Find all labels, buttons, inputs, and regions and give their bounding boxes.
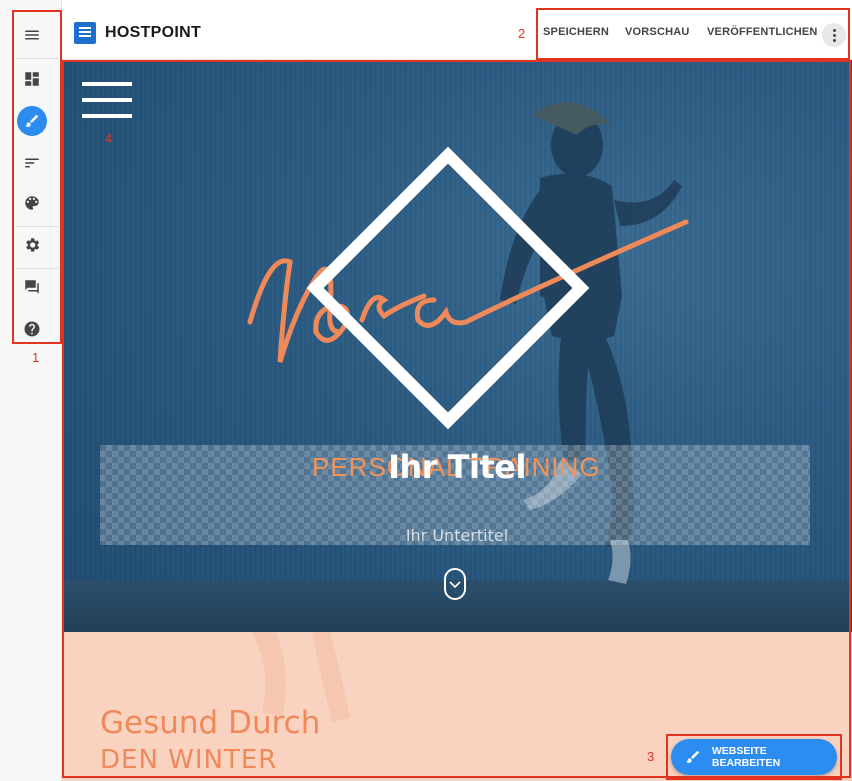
preview-button[interactable]: VORSCHAU [625,26,690,38]
brush-icon [17,106,47,136]
sidebar-divider [16,58,58,59]
annotation-number-2: 2 [518,26,526,41]
chat-icon[interactable] [14,272,50,302]
sidebar-item-design[interactable] [14,106,50,136]
hero-title[interactable]: Ihr Titel [62,448,852,486]
hero-section[interactable]: PERSONAL TRAINING Ihr Titel Ihr Untertit… [62,60,852,632]
annotation-number-3: 3 [647,749,655,764]
menu-icon[interactable] [14,20,50,50]
sort-icon[interactable] [14,148,50,178]
edit-website-button[interactable]: WEBSEITE BEARBEITEN [671,739,837,775]
brand-logo[interactable]: HOSTPOINT [74,22,201,44]
site-menu-button[interactable] [82,80,134,118]
palette-icon[interactable] [14,188,50,218]
save-button[interactable]: SPEICHERN [543,26,609,38]
annotation-number-4: 4 [105,131,113,146]
publish-button[interactable]: VERÖFFENTLICHEN [707,26,818,38]
brand-name: HOSTPOINT [105,24,202,41]
section-title[interactable]: Gesund Durch [100,705,320,741]
sidebar-divider [16,268,58,269]
brush-icon [686,751,699,763]
chevron-down-icon [449,581,461,589]
hero-subtitle[interactable]: Ihr Untertitel [62,526,852,545]
sidebar-divider [16,226,58,227]
editor-sidebar [0,0,62,781]
gear-icon[interactable] [14,230,50,260]
help-icon[interactable] [14,314,50,344]
edit-website-label: WEBSEITE BEARBEITEN [711,745,781,769]
editor-topbar: HOSTPOINT SPEICHERN VORSCHAU VERÖFFENTLI… [62,8,852,60]
annotation-number-1: 1 [32,350,40,365]
section-subtitle[interactable]: DEN WINTER [100,742,277,778]
dashboard-icon[interactable] [14,64,50,94]
website-editor: HOSTPOINT SPEICHERN VORSCHAU VERÖFFENTLI… [0,0,852,781]
hostpoint-logo-icon [74,22,96,44]
scroll-down-button[interactable] [444,568,466,600]
more-vertical-icon[interactable] [822,23,846,47]
